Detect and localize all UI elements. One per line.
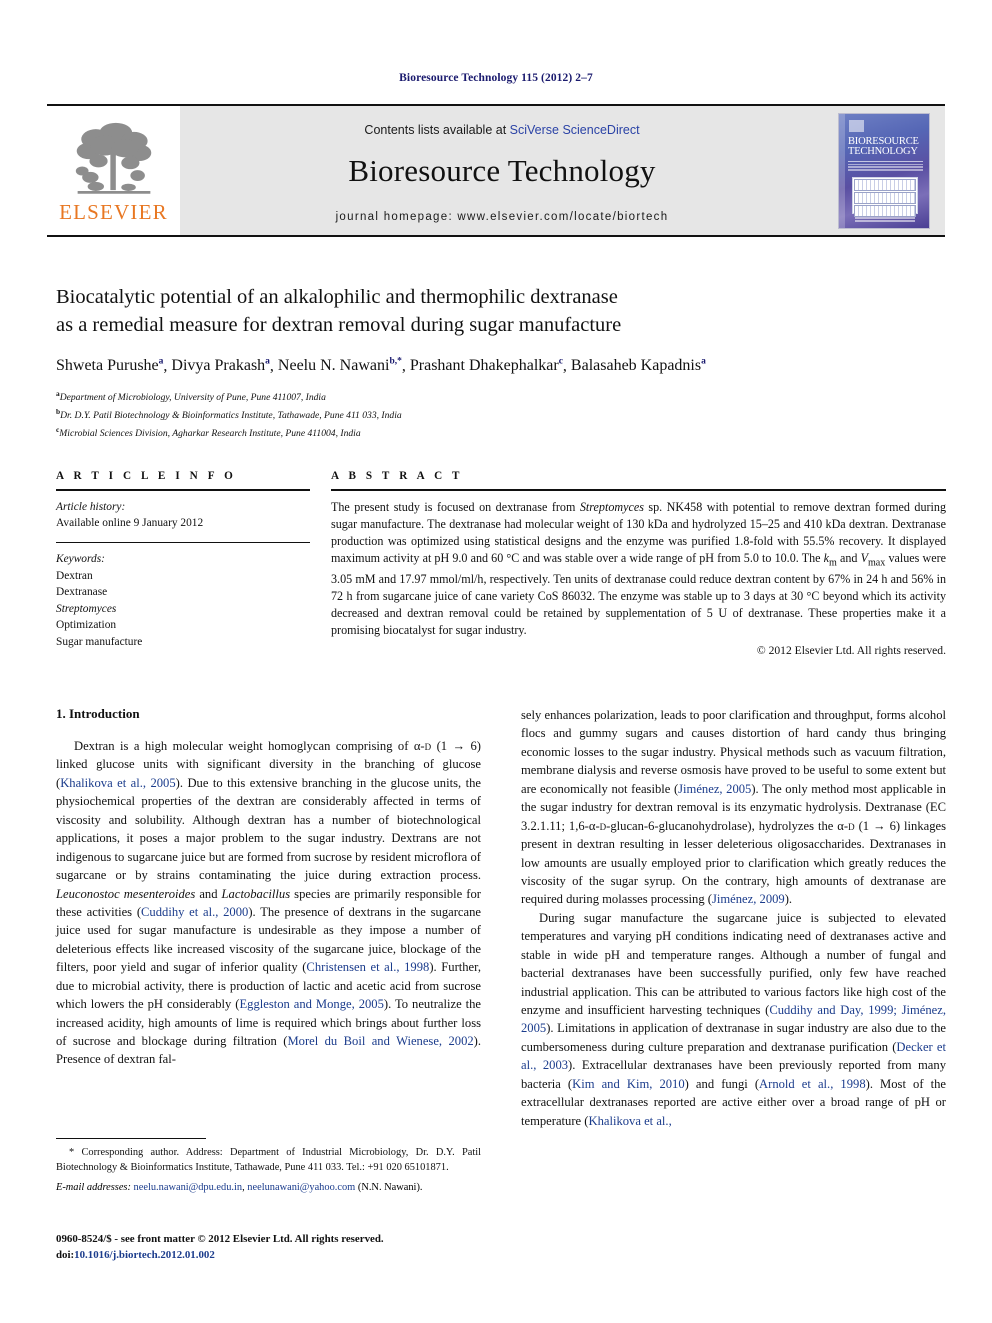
journal-homepage-link[interactable]: journal homepage: www.elsevier.com/locat… [336,211,669,223]
colophon: 0960-8524/$ - see front matter © 2012 El… [56,1232,516,1263]
affiliation: bDr. D.Y. Patil Biotechnology & Bioinfor… [56,407,402,422]
article-info-heading: A R T I C L E I N F O [56,470,237,482]
affiliation: aDepartment of Microbiology, University … [56,389,326,404]
affiliation-mark: a [56,389,60,399]
elsevier-wordmark: ELSEVIER [59,199,168,224]
paragraph: sely enhances polarization, leads to poo… [521,708,947,907]
body-column-gap [481,706,521,1266]
affiliation-mark: c [56,424,60,434]
affiliation-list: aDepartment of Microbiology, University … [56,388,946,441]
cover-title-line2: TECHNOLOGY [848,146,918,158]
keyword: Optimization [56,619,117,632]
masthead-right: BIORESOURCE TECHNOLOGY [823,106,945,235]
cover-title: BIORESOURCE TECHNOLOGY [848,136,924,158]
body-column-right: sely enhances polarization, leads to poo… [521,706,946,1266]
left-column-paragraphs: Dextran is a high molecular weight homog… [56,737,481,1069]
author-affiliation-mark: b,* [389,357,402,368]
email-link[interactable]: neelu.nawani@dpu.edu.in [134,1182,243,1193]
author-list: Shweta Purushea, Divya Prakasha, Neelu N… [56,357,706,375]
author: Shweta Purushea [56,357,164,375]
footnote-rule [56,1138,206,1139]
issn-copyright-line: 0960-8524/$ - see front matter © 2012 El… [56,1233,384,1245]
masthead-center: Contents lists available at SciVerse Sci… [180,106,823,235]
affiliation: cMicrobial Sciences Division, Agharkar R… [56,424,361,439]
right-column-paragraphs: sely enhances polarization, leads to poo… [521,706,946,1130]
corresponding-author-note: * Corresponding author. Address: Departm… [56,1147,481,1174]
author: Prashant Dhakephalkarc [409,357,563,375]
paragraph: During sugar manufacture the sugarcane j… [521,910,947,1128]
publisher-logo: ELSEVIER [47,106,180,235]
email-attribution: (N.N. Nawani). [357,1182,423,1194]
section-heading-introduction: 1. Introduction [56,706,140,721]
email-label: E-mail addresses: [56,1182,131,1194]
keywords-rule [56,542,310,544]
abstract-rule [331,489,946,491]
affiliation-mark: b [56,407,61,416]
abstract-heading: A B S T R A C T [331,470,464,482]
author: Balasaheb Kapadnisa [570,357,706,375]
journal-title: Bioresource Technology [348,152,656,188]
keyword: Dextranase [56,586,108,599]
journal-masthead: ELSEVIER Contents lists available at Sci… [47,104,945,237]
abstract-column: A B S T R A C T The present study is foc… [331,470,946,657]
cover-spine [839,113,845,228]
cover-publisher-logo-icon [849,119,864,132]
doi-label: doi: [56,1248,75,1261]
elsevier-tree-icon [75,122,151,194]
article-history-value: Available online 9 January 2012 [56,517,204,530]
article-history-label: Article history: [56,501,126,513]
abstract-body: The present study is focused on dextrana… [331,500,946,638]
author: Neelu N. Nawanib,* [277,357,402,375]
author-affiliation-mark: c [558,357,563,368]
author-affiliation-mark: a [265,357,270,368]
journal-cover-thumbnail[interactable]: BIORESOURCE TECHNOLOGY [838,112,930,229]
cover-subtitle-lines [848,160,923,175]
article-info-rule [56,489,310,491]
doi-line: doi:10.1016/j.biortech.2012.01.002 [56,1248,516,1264]
title-block: Biocatalytic potential of an alkalophili… [56,283,946,441]
doi-value[interactable]: 10.1016/j.biortech.2012.01.002 [74,1249,215,1261]
author: Divya Prakasha [171,357,270,375]
info-abstract-band: A R T I C L E I N F O Article history: A… [56,470,946,657]
article-page: Bioresource Technology 115 (2012) 2–7 EL… [0,0,992,1323]
contents-prefix: Contents lists available at [364,122,510,137]
keyword: Dextran [56,569,93,582]
cover-figure-panel [852,176,918,217]
author-affiliation-mark: a [701,357,706,368]
article-title-line2: as a remedial measure for dextran remova… [56,314,622,337]
keywords-label: Keywords: [56,553,105,566]
article-info-column: A R T I C L E I N F O Article history: A… [56,470,310,657]
page-title: Biocatalytic potential of an alkalophili… [56,283,946,339]
cover-footer-lines [855,217,915,223]
email-link[interactable]: neelunawani@yahoo.com [247,1182,355,1193]
sciencedirect-link[interactable]: SciVerse ScienceDirect [510,123,640,137]
keyword: Sugar manufacture [56,636,143,649]
keywords-list: Dextran Dextranase Streptomyces Optimizatio… [56,568,310,651]
contents-available-line: Contents lists available at SciVerse Sci… [364,123,639,137]
email-addresses-note: E-mail addresses: neelu.nawani@dpu.edu.i… [56,1182,423,1194]
column-gap [310,470,331,657]
keyword: Streptomyces [56,602,117,615]
paragraph: Dextran is a high molecular weight homog… [56,739,482,1067]
abstract-copyright: © 2012 Elsevier Ltd. All rights reserved… [756,644,946,658]
article-title-line1: Biocatalytic potential of an alkalophili… [56,286,618,308]
running-head: Bioresource Technology 115 (2012) 2–7 [399,72,593,84]
author-affiliation-mark: a [158,357,164,368]
footnote-block: * Corresponding author. Address: Departm… [56,1138,481,1196]
